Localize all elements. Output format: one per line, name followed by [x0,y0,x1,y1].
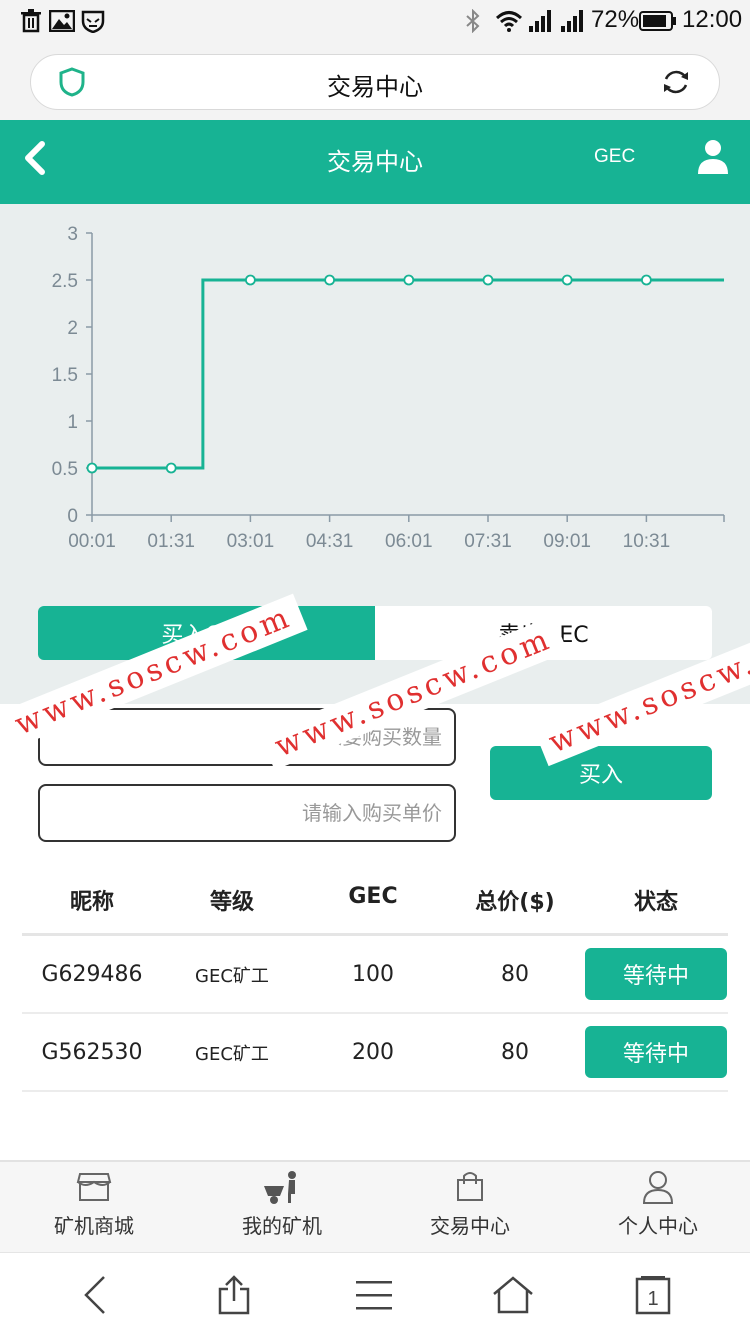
nav-item-trade-center[interactable]: 交易中心 [390,1170,550,1250]
x-tick-label: 00:01 [68,531,116,552]
data-point [482,274,494,286]
data-point [403,274,415,286]
image-icon [48,8,76,34]
table-row: G562530 GEC矿工 200 80 等待中 [22,1014,728,1092]
cell-total: 80 [501,962,529,987]
data-point [244,274,256,286]
nav-label: 矿机商城 [54,1214,134,1238]
x-tick-label: 07:31 [464,531,512,552]
column-header: 总价($) [475,890,555,915]
cell-level: GEC矿工 [195,966,269,987]
nav-item-store[interactable]: 矿机商城 [14,1170,174,1250]
y-tick-label: 2 [67,318,78,339]
signal-icon [560,8,588,34]
home-icon[interactable] [488,1273,538,1317]
clock: 12:00 [682,6,743,33]
y-tick-label: 1 [67,412,78,433]
x-tick-label: 10:31 [623,531,671,552]
y-tick-label: 2.5 [52,271,78,292]
browser-bottom-toolbar: 1 [0,1252,750,1333]
x-tick-label: 09:01 [543,531,591,552]
bag-icon [390,1170,550,1206]
status-bar: 72% 12:00 [0,0,750,44]
cell-level: GEC矿工 [195,1044,269,1065]
column-header: 状态 [633,890,678,915]
series-line [92,278,724,470]
url-box[interactable]: 交易中心 [30,54,720,110]
x-tick-label: 01:31 [147,531,195,552]
browser-address-bar: 交易中心 [0,44,750,120]
coin-label[interactable]: GEC [594,146,635,168]
signal-icon [528,8,556,34]
shield-cat-icon [80,8,106,34]
tab-count: 1 [647,1288,658,1310]
store-icon [14,1170,174,1206]
tabs-icon[interactable]: 1 [628,1273,678,1317]
app-bottom-nav: 矿机商城 我的矿机 交易中心 个人中心 [0,1160,750,1252]
share-icon[interactable] [209,1273,259,1317]
column-header: GEC [348,884,398,909]
x-tick-label: 06:01 [385,531,433,552]
nav-item-my-miner[interactable]: 我的矿机 [202,1170,362,1250]
page-title: 交易中心 [327,148,423,176]
y-tick-label: 1.5 [52,365,78,386]
menu-icon[interactable] [349,1273,399,1317]
column-header: 昵称 [69,890,114,915]
table-header: 昵称 等级 GEC 总价($) 状态 [22,866,728,936]
cell-total: 80 [501,1040,529,1065]
cell-nickname: G562530 [41,1040,143,1065]
cell-gec: 100 [352,962,394,987]
nav-item-profile[interactable]: 个人中心 [578,1170,738,1250]
x-tick-label: 04:31 [306,531,354,552]
url-title: 交易中心 [327,73,423,101]
y-tick-label: 0 [67,506,78,527]
battery-percent: 72% [591,6,640,33]
buy-button[interactable]: 买入 [490,746,712,800]
nav-label: 交易中心 [430,1214,510,1238]
x-tick-label: 03:01 [227,531,275,552]
miner-icon [202,1170,362,1206]
screen: 72% 12:00 交易中心 交易中心 GEC 0 0.5 1 1.5 2 2.5 3 0 [0,0,750,1333]
table-row: G629486 GEC矿工 100 80 等待中 [22,936,728,1014]
status-button[interactable]: 等待中 [585,948,727,1000]
battery-icon [638,8,678,34]
refresh-icon[interactable] [661,67,691,101]
order-table: 昵称 等级 GEC 总价($) 状态 G629486 GEC矿工 100 80 … [22,866,728,1092]
user-icon[interactable] [696,138,732,178]
data-point [324,274,336,286]
column-header: 等级 [209,890,254,915]
nav-label: 我的矿机 [242,1214,322,1238]
data-point [641,274,652,286]
cell-nickname: G629486 [41,962,143,987]
y-tick-label: 0.5 [52,459,78,480]
back-icon[interactable] [70,1273,120,1317]
y-tick-label: 3 [67,224,78,245]
trash-icon [18,8,44,34]
data-point [561,274,573,286]
wifi-icon [494,8,524,34]
bluetooth-icon [462,8,484,34]
nav-label: 个人中心 [618,1214,698,1238]
price-input[interactable] [38,784,456,842]
tab-indicator [0,192,376,204]
data-point [86,462,98,474]
data-point [165,462,177,474]
person-icon [578,1170,738,1206]
status-button[interactable]: 等待中 [585,1026,727,1078]
cell-gec: 200 [352,1040,394,1065]
